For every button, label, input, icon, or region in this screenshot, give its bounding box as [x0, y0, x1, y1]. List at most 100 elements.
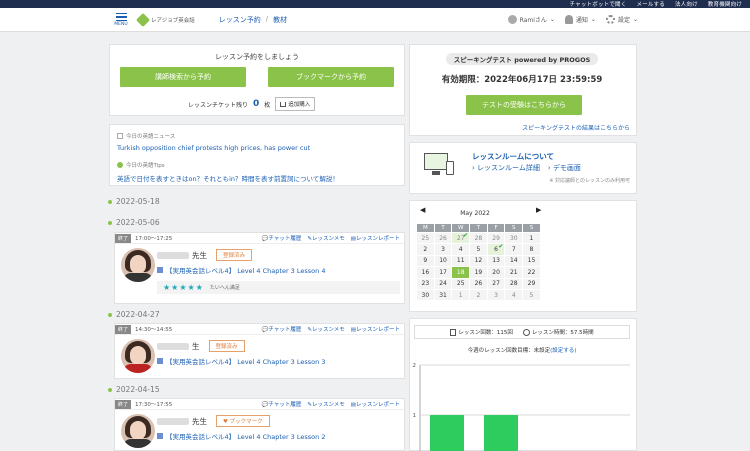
lesson-room-title[interactable]: レッスンルームについて — [472, 151, 554, 162]
tips-header: 今日の英語Tips — [117, 161, 165, 169]
news-headline-link[interactable]: Turkish opposition chief protests high p… — [117, 144, 310, 152]
avatar-body — [123, 439, 153, 448]
calendar-day[interactable]: 15 — [522, 254, 541, 268]
registered-badge[interactable]: 登録済み — [208, 340, 245, 352]
calendar-day[interactable]: 30 — [504, 231, 524, 245]
calendar-day-today[interactable]: 18 — [451, 266, 471, 279]
logo[interactable]: レアジョブ英会話 — [135, 12, 195, 27]
bookmark-reserve-button[interactable]: ブックマークから予約 — [268, 67, 394, 87]
calendar-day[interactable]: 1 — [522, 231, 541, 245]
calendar-day[interactable]: 25 — [416, 231, 435, 245]
next-month-arrow-icon[interactable]: ▶ — [536, 206, 541, 214]
lesson-memo-link[interactable]: ✎レッスンメモ — [307, 400, 344, 408]
calendar-day[interactable]: 4 — [451, 243, 471, 256]
mail-link[interactable]: メールする — [636, 0, 665, 8]
calendar-day[interactable]: 28 — [469, 231, 488, 245]
calendar-day[interactable]: 30 — [416, 288, 435, 302]
calendar-day-lesson[interactable]: 6 ✔ — [486, 243, 506, 256]
teacher-name[interactable]: 先生 登録済み — [157, 249, 253, 261]
corporate-link[interactable]: 法人向け — [675, 0, 698, 8]
lesson-report-link[interactable]: ▤レッスンレポート — [351, 400, 400, 408]
calendar-day[interactable]: 10 — [433, 254, 453, 268]
calendar-day[interactable]: 8 — [522, 243, 541, 256]
calendar-day[interactable]: 16 — [416, 266, 435, 279]
calendar-day[interactable]: 28 — [504, 277, 524, 290]
notification-menu[interactable]: 通知 ⌄ — [564, 15, 596, 24]
calendar-day-lesson[interactable]: 27 ✔ — [451, 231, 471, 245]
calendar-day[interactable]: 1 — [451, 288, 471, 302]
user-menu[interactable]: Ramiさん ⌄ — [507, 15, 555, 24]
breadcrumb-lesson-reservation[interactable]: レッスン予約 — [219, 15, 261, 25]
teacher-suffix: 生 — [192, 341, 200, 351]
course-title: 【実用英会話レベル4】 Level 4 Chapter 3 Lesson 4 — [166, 267, 326, 275]
avatar-face — [130, 346, 146, 365]
take-test-button[interactable]: テストの受験はこちらから — [466, 95, 582, 115]
calendar-day[interactable]: 3 — [486, 288, 506, 302]
calendar-day[interactable]: 31 — [433, 288, 453, 302]
calendar-day[interactable]: 22 — [522, 266, 541, 279]
expiry-date: 有効期限：2022年06月17日 23:59:59 — [441, 75, 603, 85]
cart-icon — [280, 101, 287, 107]
chat-history-link[interactable]: 💬チャット履歴 — [262, 325, 302, 333]
calendar-day[interactable]: 12 — [469, 254, 488, 268]
bookmark-badge[interactable]: ♥ ブックマーク — [216, 415, 270, 427]
course-link[interactable]: 【実用英会話レベル4】 Level 4 Chapter 3 Lesson 4 — [157, 265, 325, 275]
lesson-memo-link[interactable]: ✎レッスンメモ — [307, 325, 344, 333]
lesson-history-item: 終了 17:00～17:25 💬チャット履歴 ✎レッスンメモ ▤レッスンレポート… — [114, 232, 405, 304]
teacher-name[interactable]: 生 登録済み — [157, 340, 245, 352]
teacher-avatar[interactable] — [121, 248, 155, 282]
chat-history-link[interactable]: 💬チャット履歴 — [262, 400, 302, 408]
calendar-day[interactable]: 9 — [416, 254, 435, 268]
calendar-day[interactable]: 25 — [451, 277, 471, 290]
education-link[interactable]: 教育機関向け — [708, 0, 742, 8]
calendar-day[interactable]: 29 — [486, 231, 506, 245]
lesson-memo-label: レッスンメモ — [311, 327, 345, 333]
lesson-report-link[interactable]: ▤レッスンレポート — [351, 325, 400, 333]
tips-link[interactable]: 英語で日付を表すときはon？それともin？時間を表す前置詞について解説！ — [117, 173, 339, 183]
calendar-day[interactable]: 2 — [469, 288, 488, 302]
lesson-memo-link[interactable]: ✎レッスンメモ — [307, 234, 344, 242]
calendar-day[interactable]: 4 — [504, 288, 524, 302]
calendar-day[interactable]: 23 — [416, 277, 435, 290]
calendar-day[interactable]: 19 — [469, 266, 488, 279]
ticket-count: 0 — [253, 99, 260, 109]
calendar-day[interactable]: 26 — [433, 231, 453, 245]
lesson-report-link[interactable]: ▤レッスンレポート — [351, 234, 400, 242]
calendar-day[interactable]: 5 — [522, 288, 541, 302]
set-goal-link[interactable]: (設定する) — [550, 348, 576, 354]
calendar-day[interactable]: 20 — [486, 266, 506, 279]
add-purchase-button[interactable]: 追加購入 — [275, 97, 316, 111]
calendar-day[interactable]: 21 — [504, 266, 524, 279]
calendar-day[interactable]: 14 — [504, 254, 524, 268]
breadcrumb: レッスン予約 / 教材 — [219, 15, 287, 25]
menu-button[interactable]: MENU — [110, 12, 132, 27]
test-result-link[interactable]: スピーキングテストの結果はこちらから — [522, 123, 630, 132]
calendar-day[interactable]: 2 — [416, 243, 435, 256]
calendar-day[interactable]: 7 — [504, 243, 524, 256]
course-link[interactable]: 【実用英会話レベル4】 Level 4 Chapter 3 Lesson 2 — [157, 431, 325, 441]
calendar-day[interactable]: 27 — [486, 277, 506, 290]
calendar-day[interactable]: 11 — [451, 254, 471, 268]
search-teacher-button[interactable]: 講師検索から予約 — [120, 67, 246, 87]
calendar-day[interactable]: 13 — [486, 254, 506, 268]
course-link[interactable]: 【実用英会話レベル4】 Level 4 Chapter 3 Lesson 3 — [157, 356, 325, 366]
teacher-avatar[interactable] — [121, 414, 155, 448]
calendar-day[interactable]: 3 — [433, 243, 453, 256]
chatbot-link[interactable]: チャットボットで聞く — [570, 0, 627, 8]
chat-history-link[interactable]: 💬チャット履歴 — [262, 234, 302, 242]
breadcrumb-materials[interactable]: 教材 — [273, 15, 287, 25]
calendar-day[interactable]: 24 — [433, 277, 453, 290]
lesson-time: 17:00～17:25 — [135, 236, 173, 242]
teacher-name[interactable]: 先生 ♥ ブックマーク — [157, 415, 270, 427]
calendar-day[interactable]: 5 — [469, 243, 488, 256]
registered-badge[interactable]: 登録済み — [216, 249, 253, 261]
calendar-day[interactable]: 29 — [522, 277, 541, 290]
avatar-face — [130, 255, 146, 274]
teacher-avatar[interactable] — [121, 339, 155, 373]
check-icon: ✔ — [463, 232, 469, 239]
settings-menu[interactable]: 設定 ⌄ — [605, 15, 638, 24]
room-detail-link[interactable]: › レッスンルーム詳細 — [472, 163, 540, 173]
demo-screen-link[interactable]: › デモ画面 — [548, 163, 581, 173]
calendar-day[interactable]: 17 — [433, 266, 453, 279]
calendar-day[interactable]: 26 — [469, 277, 488, 290]
